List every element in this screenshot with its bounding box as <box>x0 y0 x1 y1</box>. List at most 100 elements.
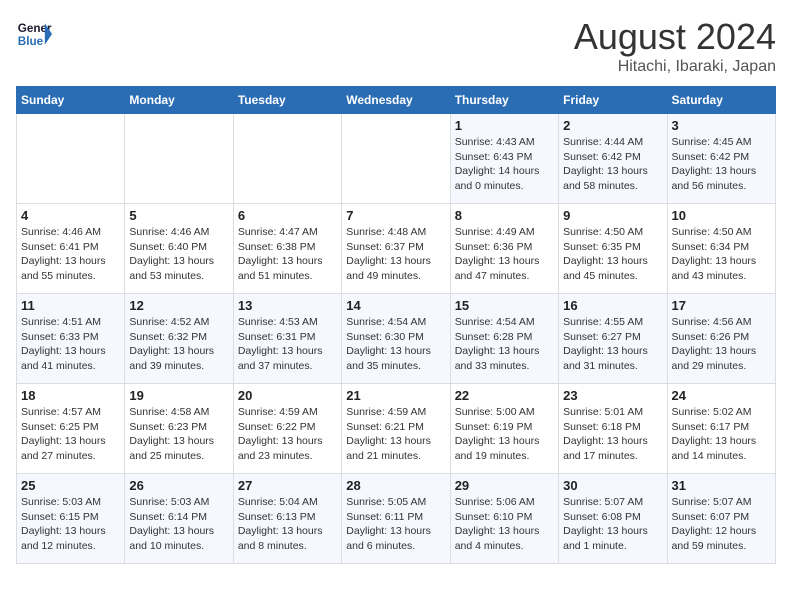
calendar-cell: 20Sunrise: 4:59 AM Sunset: 6:22 PM Dayli… <box>233 384 341 474</box>
page-title: August 2024 <box>574 16 776 58</box>
title-area: August 2024 Hitachi, Ibaraki, Japan <box>574 16 776 76</box>
day-number: 6 <box>238 208 337 223</box>
day-number: 5 <box>129 208 228 223</box>
day-number: 1 <box>455 118 554 133</box>
calendar-cell: 19 Sunrise: 4:58 AM Sunset: 6:23 PM Dayli… <box>125 384 233 474</box>
day-number: 18 <box>21 388 120 403</box>
day-number: 7 <box>346 208 445 223</box>
calendar-cell: 8 Sunrise: 4:49 AM Sunset: 6:36 PM Daylig… <box>450 204 558 294</box>
day-detail: Sunrise: 5:07 AM Sunset: 6:08 PM Dayligh… <box>563 495 662 554</box>
day-number: 2 <box>563 118 662 133</box>
calendar-cell: 18 Sunrise: 4:57 AM Sunset: 6:25 PM Dayli… <box>17 384 125 474</box>
calendar-week-1: 1 Sunrise: 4:43 AM Sunset: 6:43 PM Daylig… <box>17 114 776 204</box>
day-number: 3 <box>672 118 771 133</box>
day-detail: Sunrise: 4:45 AM Sunset: 6:42 PM Dayligh… <box>672 135 771 194</box>
calendar-cell: 5 Sunrise: 4:46 AM Sunset: 6:40 PM Daylig… <box>125 204 233 294</box>
day-detail: Sunrise: 4:43 AM Sunset: 6:43 PM Dayligh… <box>455 135 554 194</box>
calendar-cell: 1 Sunrise: 4:43 AM Sunset: 6:43 PM Daylig… <box>450 114 558 204</box>
calendar-cell: 3 Sunrise: 4:45 AM Sunset: 6:42 PM Daylig… <box>667 114 775 204</box>
day-number: 12 <box>129 298 228 313</box>
calendar-cell: 2 Sunrise: 4:44 AM Sunset: 6:42 PM Daylig… <box>559 114 667 204</box>
calendar-cell: 30 Sunrise: 5:07 AM Sunset: 6:08 PM Dayli… <box>559 474 667 564</box>
calendar-cell: 11 Sunrise: 4:51 AM Sunset: 6:33 PM Dayli… <box>17 294 125 384</box>
day-number: 11 <box>21 298 120 313</box>
day-detail: Sunrise: 4:54 AM Sunset: 6:30 PM Dayligh… <box>346 315 445 374</box>
day-number: 14 <box>346 298 445 313</box>
calendar-week-5: 25Sunrise: 5:03 AM Sunset: 6:15 PM Dayli… <box>17 474 776 564</box>
day-detail: Sunrise: 5:00 AM Sunset: 6:19 PM Dayligh… <box>455 405 554 464</box>
calendar-cell: 4 Sunrise: 4:46 AM Sunset: 6:41 PM Daylig… <box>17 204 125 294</box>
calendar-cell: 26Sunrise: 5:03 AM Sunset: 6:14 PM Dayli… <box>125 474 233 564</box>
day-number: 15 <box>455 298 554 313</box>
day-detail: Sunrise: 4:53 AM Sunset: 6:31 PM Dayligh… <box>238 315 337 374</box>
day-number: 30 <box>563 478 662 493</box>
day-detail: Sunrise: 4:46 AM Sunset: 6:40 PM Dayligh… <box>129 225 228 284</box>
day-number: 9 <box>563 208 662 223</box>
calendar-week-3: 11 Sunrise: 4:51 AM Sunset: 6:33 PM Dayli… <box>17 294 776 384</box>
weekday-header-row: SundayMondayTuesdayWednesdayThursdayFrid… <box>17 87 776 114</box>
day-detail: Sunrise: 4:49 AM Sunset: 6:36 PM Dayligh… <box>455 225 554 284</box>
day-number: 29 <box>455 478 554 493</box>
calendar-cell: 12 Sunrise: 4:52 AM Sunset: 6:32 PM Dayli… <box>125 294 233 384</box>
calendar-cell: 10 Sunrise: 4:50 AM Sunset: 6:34 PM Dayli… <box>667 204 775 294</box>
day-detail: Sunrise: 4:46 AM Sunset: 6:41 PM Dayligh… <box>21 225 120 284</box>
day-detail: Sunrise: 4:57 AM Sunset: 6:25 PM Dayligh… <box>21 405 120 464</box>
calendar-cell: 31 Sunrise: 5:07 AM Sunset: 6:07 PM Dayli… <box>667 474 775 564</box>
day-number: 10 <box>672 208 771 223</box>
day-detail: Sunrise: 4:52 AM Sunset: 6:32 PM Dayligh… <box>129 315 228 374</box>
calendar-cell: 16 Sunrise: 4:55 AM Sunset: 6:27 PM Dayli… <box>559 294 667 384</box>
day-number: 16 <box>563 298 662 313</box>
day-detail: Sunrise: 5:07 AM Sunset: 6:07 PM Dayligh… <box>672 495 771 554</box>
weekday-header-thursday: Thursday <box>450 87 558 114</box>
day-detail: Sunrise: 4:56 AM Sunset: 6:26 PM Dayligh… <box>672 315 771 374</box>
page-subtitle: Hitachi, Ibaraki, Japan <box>574 58 776 76</box>
day-number: 21 <box>346 388 445 403</box>
day-detail: Sunrise: 4:44 AM Sunset: 6:42 PM Dayligh… <box>563 135 662 194</box>
calendar-table: SundayMondayTuesdayWednesdayThursdayFrid… <box>16 86 776 564</box>
day-detail: Sunrise: 4:51 AM Sunset: 6:33 PM Dayligh… <box>21 315 120 374</box>
day-number: 31 <box>672 478 771 493</box>
day-number: 23 <box>563 388 662 403</box>
weekday-header-friday: Friday <box>559 87 667 114</box>
calendar-cell: 24Sunrise: 5:02 AM Sunset: 6:17 PM Dayli… <box>667 384 775 474</box>
calendar-week-4: 18 Sunrise: 4:57 AM Sunset: 6:25 PM Dayli… <box>17 384 776 474</box>
day-number: 8 <box>455 208 554 223</box>
day-detail: Sunrise: 4:47 AM Sunset: 6:38 PM Dayligh… <box>238 225 337 284</box>
calendar-cell: 15 Sunrise: 4:54 AM Sunset: 6:28 PM Dayli… <box>450 294 558 384</box>
page-header: General Blue August 2024 Hitachi, Ibarak… <box>16 16 776 76</box>
calendar-cell: 13Sunrise: 4:53 AM Sunset: 6:31 PM Dayli… <box>233 294 341 384</box>
day-detail: Sunrise: 5:06 AM Sunset: 6:10 PM Dayligh… <box>455 495 554 554</box>
day-detail: Sunrise: 4:55 AM Sunset: 6:27 PM Dayligh… <box>563 315 662 374</box>
weekday-header-tuesday: Tuesday <box>233 87 341 114</box>
day-detail: Sunrise: 5:03 AM Sunset: 6:14 PM Dayligh… <box>129 495 228 554</box>
calendar-cell: 28Sunrise: 5:05 AM Sunset: 6:11 PM Dayli… <box>342 474 450 564</box>
calendar-cell: 23Sunrise: 5:01 AM Sunset: 6:18 PM Dayli… <box>559 384 667 474</box>
calendar-cell: 25Sunrise: 5:03 AM Sunset: 6:15 PM Dayli… <box>17 474 125 564</box>
day-detail: Sunrise: 5:04 AM Sunset: 6:13 PM Dayligh… <box>238 495 337 554</box>
calendar-cell <box>342 114 450 204</box>
svg-text:Blue: Blue <box>18 35 44 48</box>
day-number: 4 <box>21 208 120 223</box>
day-number: 19 <box>129 388 228 403</box>
day-detail: Sunrise: 4:50 AM Sunset: 6:35 PM Dayligh… <box>563 225 662 284</box>
day-detail: Sunrise: 4:50 AM Sunset: 6:34 PM Dayligh… <box>672 225 771 284</box>
day-number: 25 <box>21 478 120 493</box>
calendar-cell: 27 Sunrise: 5:04 AM Sunset: 6:13 PM Dayli… <box>233 474 341 564</box>
day-number: 22 <box>455 388 554 403</box>
day-number: 27 <box>238 478 337 493</box>
day-detail: Sunrise: 4:58 AM Sunset: 6:23 PM Dayligh… <box>129 405 228 464</box>
logo-icon: General Blue <box>16 16 52 52</box>
weekday-header-monday: Monday <box>125 87 233 114</box>
calendar-cell: 21Sunrise: 4:59 AM Sunset: 6:21 PM Dayli… <box>342 384 450 474</box>
calendar-cell <box>17 114 125 204</box>
calendar-week-2: 4 Sunrise: 4:46 AM Sunset: 6:41 PM Daylig… <box>17 204 776 294</box>
weekday-header-saturday: Saturday <box>667 87 775 114</box>
calendar-cell: 17Sunrise: 4:56 AM Sunset: 6:26 PM Dayli… <box>667 294 775 384</box>
weekday-header-wednesday: Wednesday <box>342 87 450 114</box>
logo: General Blue <box>16 16 52 52</box>
calendar-cell: 29 Sunrise: 5:06 AM Sunset: 6:10 PM Dayli… <box>450 474 558 564</box>
day-detail: Sunrise: 4:59 AM Sunset: 6:22 PM Dayligh… <box>238 405 337 464</box>
day-detail: Sunrise: 4:48 AM Sunset: 6:37 PM Dayligh… <box>346 225 445 284</box>
day-detail: Sunrise: 4:54 AM Sunset: 6:28 PM Dayligh… <box>455 315 554 374</box>
calendar-cell: 9 Sunrise: 4:50 AM Sunset: 6:35 PM Daylig… <box>559 204 667 294</box>
